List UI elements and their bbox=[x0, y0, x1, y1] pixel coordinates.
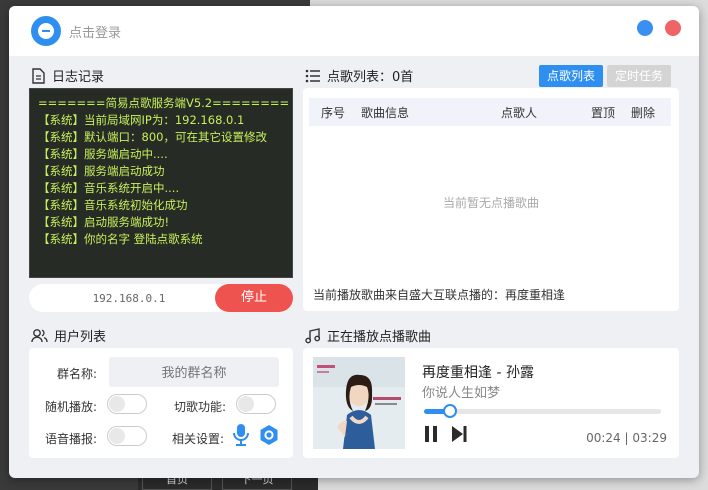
tab-songlist[interactable]: 点歌列表 bbox=[539, 65, 603, 87]
col-index: 序号 bbox=[321, 105, 346, 120]
empty-placeholder: 当前暂无点播歌曲 bbox=[442, 196, 539, 210]
random-play-toggle[interactable] bbox=[107, 394, 147, 414]
group-name-label: 群名称: bbox=[57, 367, 98, 381]
total-time: 03:29 bbox=[632, 431, 667, 445]
cut-song-label: 切歌功能: bbox=[174, 400, 227, 414]
log-console: =======简易点歌服务端V5.2======== 【系统】当前局域网IP为：… bbox=[29, 88, 293, 278]
stop-button[interactable]: 停止 bbox=[215, 284, 293, 312]
main-window: 点击登录 日志记录 =======简易点歌服务端V5.2======== 【系统… bbox=[9, 6, 699, 478]
now-playing-source: 当前播放歌曲来自盛大互联点播的：再度重相逢 bbox=[313, 288, 566, 302]
track-subtitle: 你说人生如梦 bbox=[422, 386, 501, 401]
users-panel: 群名称: 随机播放: 切歌功能: 语音播报: 相关设置: bbox=[29, 348, 293, 458]
col-pin: 置顶 bbox=[591, 105, 616, 120]
next-track-icon[interactable] bbox=[449, 424, 469, 444]
users-title-text: 用户列表 bbox=[54, 330, 107, 345]
cut-song-toggle[interactable] bbox=[236, 394, 276, 414]
songlist-title: 点歌列表：0首 bbox=[305, 66, 413, 85]
settings-hex-icon[interactable] bbox=[259, 424, 279, 446]
users-title: 用户列表 bbox=[31, 326, 106, 345]
ip-row: 停止 bbox=[29, 284, 293, 312]
settings-label: 相关设置: bbox=[172, 432, 225, 446]
player-title: 正在播放点播歌曲 bbox=[305, 326, 431, 345]
log-line: 【系统】音乐系统初始化成功 bbox=[38, 198, 188, 212]
songlist-title-text: 点歌列表：0首 bbox=[327, 70, 414, 85]
app-logo-icon bbox=[31, 16, 61, 46]
songlist-panel: 序号 歌曲信息 点歌人 置顶 删除 当前暂无点播歌曲 当前播放歌曲来自盛大互联点… bbox=[303, 88, 679, 311]
pause-icon[interactable] bbox=[421, 424, 441, 444]
time-display: 00:24 | 03:29 bbox=[586, 431, 667, 445]
log-line: 【系统】服务端启动成功 bbox=[38, 164, 165, 178]
time-separator: | bbox=[624, 431, 629, 445]
log-line: 【系统】音乐系统开启中.... bbox=[38, 181, 180, 195]
document-icon bbox=[32, 67, 45, 84]
log-line: =======简易点歌服务端V5.2======== bbox=[38, 96, 290, 110]
col-song-info: 歌曲信息 bbox=[361, 105, 410, 120]
progress-bar[interactable] bbox=[424, 404, 661, 418]
log-title-text: 日志记录 bbox=[52, 70, 105, 85]
users-icon bbox=[31, 329, 48, 343]
music-note-icon bbox=[305, 327, 321, 343]
track-title: 再度重相逢 - 孙露 bbox=[422, 365, 534, 381]
album-cover bbox=[313, 357, 405, 449]
ip-input[interactable] bbox=[29, 284, 229, 312]
songlist-header: 序号 歌曲信息 点歌人 置顶 删除 bbox=[309, 98, 671, 126]
player-title-text: 正在播放点播歌曲 bbox=[327, 330, 432, 345]
voice-broadcast-label: 语音播报: bbox=[45, 432, 98, 446]
random-play-label: 随机播放: bbox=[45, 400, 98, 414]
col-requester: 点歌人 bbox=[501, 105, 538, 120]
log-line: 【系统】当前局域网IP为：192.168.0.1 bbox=[38, 113, 245, 127]
elapsed-time: 00:24 bbox=[586, 431, 621, 445]
titlebar: 点击登录 bbox=[9, 6, 699, 56]
voice-broadcast-toggle[interactable] bbox=[107, 426, 147, 446]
log-line: 【系统】启动服务端成功! bbox=[38, 215, 170, 229]
list-icon bbox=[305, 69, 320, 82]
log-title: 日志记录 bbox=[31, 66, 104, 85]
tab-scheduled-tasks[interactable]: 定时任务 bbox=[607, 65, 671, 87]
log-line: 【系统】默认端口：800，可在其它设置修改 bbox=[38, 130, 267, 144]
microphone-icon[interactable] bbox=[232, 423, 250, 447]
minimize-button[interactable] bbox=[637, 20, 653, 36]
log-line: 【系统】服务端启动中.... bbox=[38, 147, 168, 161]
group-name-input[interactable] bbox=[109, 357, 279, 387]
player-panel: 再度重相逢 - 孙露 你说人生如梦 00:24 | 03:29 bbox=[303, 348, 679, 458]
close-button[interactable] bbox=[665, 20, 681, 36]
login-link[interactable]: 点击登录 bbox=[69, 22, 121, 41]
col-delete: 删除 bbox=[631, 105, 656, 120]
progress-handle[interactable] bbox=[443, 404, 458, 418]
log-line: 【系统】你的名字 登陆点歌系统 bbox=[38, 232, 203, 246]
